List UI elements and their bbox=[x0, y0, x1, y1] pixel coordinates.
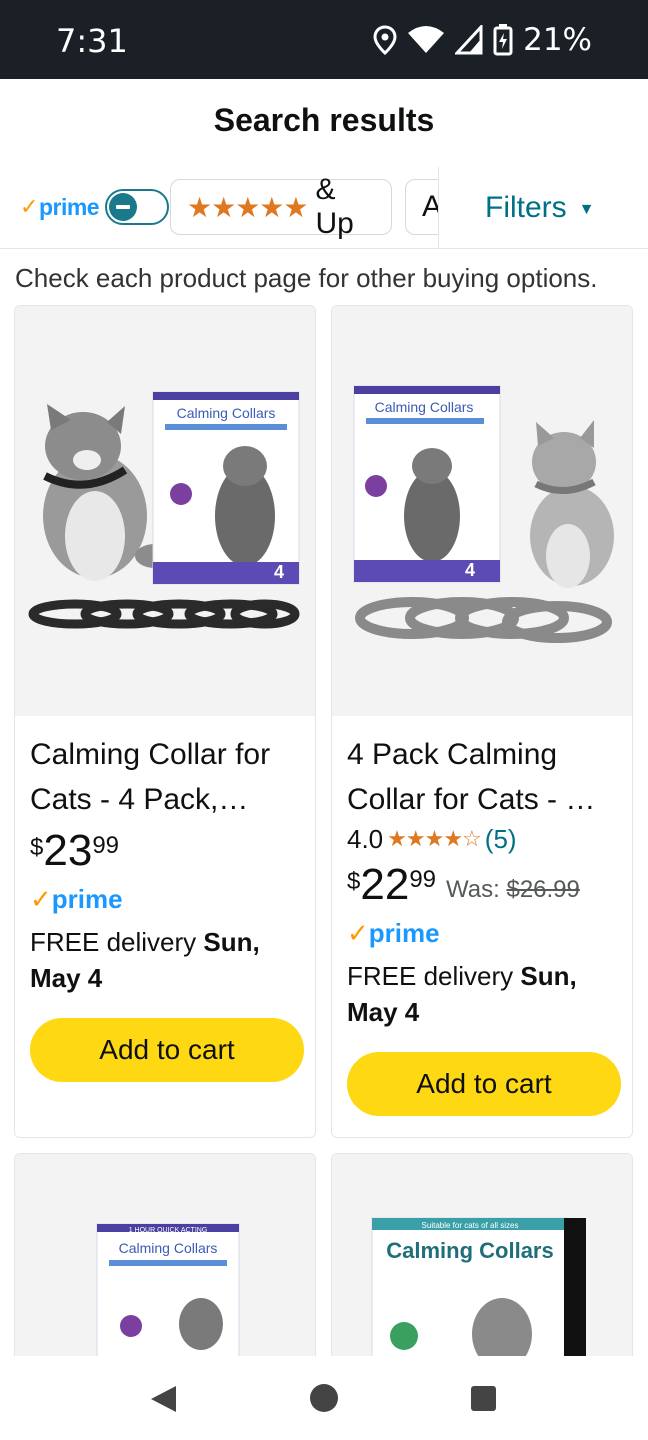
rating-stars-icon: ★★★★☆ bbox=[387, 826, 482, 851]
product-rating[interactable]: 4.0 ★★★★☆ (5) bbox=[347, 822, 620, 856]
delivery-date: May 4 bbox=[30, 963, 103, 993]
stars-chip-label: & Up bbox=[315, 173, 354, 240]
signal-icon bbox=[455, 25, 483, 55]
svg-text:4: 4 bbox=[274, 562, 284, 582]
system-nav-bar bbox=[0, 1356, 648, 1440]
status-bar: 7:31 21% bbox=[0, 0, 648, 79]
page-title: Search results bbox=[213, 102, 435, 138]
chevron-down-icon: ▼ bbox=[578, 201, 595, 218]
delivery-day: Sun, bbox=[203, 927, 260, 957]
prime-filter-toggle[interactable]: ✓ prime bbox=[20, 189, 170, 225]
prime-label: prime bbox=[51, 884, 123, 914]
svg-text:Suitable for cats of all sizes: Suitable for cats of all sizes bbox=[422, 1221, 519, 1230]
add-to-cart-button[interactable]: Add to cart bbox=[30, 1018, 304, 1082]
prime-logo: ✓ prime bbox=[20, 193, 100, 221]
product-price: $ 22 99 Was: $26.99 bbox=[347, 860, 620, 912]
title-line: Collar for Cats - … bbox=[347, 783, 596, 816]
toggle-knob bbox=[109, 193, 138, 221]
product-box: Calming Collars 4 bbox=[152, 391, 300, 585]
svg-text:1 HOUR QUICK ACTING: 1 HOUR QUICK ACTING bbox=[129, 1227, 208, 1234]
title-line: 4 Pack Calming bbox=[347, 738, 558, 771]
delivery-day: Sun, bbox=[520, 961, 577, 991]
prime-badge: ✓prime bbox=[30, 884, 303, 920]
prime-check-icon: ✓ bbox=[30, 884, 52, 914]
home-icon[interactable] bbox=[309, 1383, 339, 1418]
delivery-info: FREE delivery Sun, May 4 bbox=[347, 958, 620, 1030]
wifi-icon bbox=[407, 25, 445, 55]
status-time: 7:31 bbox=[56, 22, 128, 60]
product-box: Calming Collars 4 bbox=[353, 385, 501, 583]
battery-icon bbox=[493, 24, 513, 56]
svg-text:Calming Collars: Calming Collars bbox=[119, 1240, 218, 1256]
price-currency: $ bbox=[347, 868, 361, 895]
status-icons: 21% bbox=[373, 22, 592, 58]
battery-percent: 21% bbox=[523, 22, 592, 58]
delivery-prefix: FREE delivery bbox=[30, 927, 204, 957]
delivery-date: May 4 bbox=[347, 997, 420, 1027]
prime-check-icon: ✓ bbox=[20, 194, 38, 219]
title-line: Calming Collar for bbox=[30, 738, 271, 771]
filters-button[interactable]: Filters ▼ bbox=[438, 167, 648, 248]
delivery-info: FREE delivery Sun, May 4 bbox=[30, 924, 303, 996]
svg-text:4: 4 bbox=[465, 560, 475, 580]
stars-icon: ★★★★★ bbox=[187, 191, 309, 223]
product-info: 4 Pack Calming Collar for Cats - … 4.0 ★… bbox=[347, 716, 621, 1116]
was-value: $26.99 bbox=[506, 876, 580, 903]
prime-badge: ✓prime bbox=[347, 918, 620, 954]
was-label: Was: bbox=[446, 876, 507, 903]
price-fraction: 99 bbox=[92, 832, 120, 859]
product-card[interactable]: Calming Collars 4 4 Pack Calming Collar … bbox=[331, 305, 633, 1138]
was-price: Was: $26.99 bbox=[446, 876, 580, 904]
svg-text:Calming Collars: Calming Collars bbox=[386, 1238, 553, 1263]
product-price: $ 23 99 bbox=[30, 826, 303, 878]
price-whole: 22 bbox=[360, 860, 410, 909]
product-card[interactable]: Calming Collars 4 Calming Collar for Cat… bbox=[14, 305, 316, 1138]
header: Search results bbox=[0, 79, 648, 167]
product-image[interactable]: Calming Collars 4 bbox=[332, 306, 632, 716]
filter-bar: ✓ prime ★★★★★ & Up A Filters ▼ bbox=[0, 167, 648, 249]
location-icon bbox=[373, 25, 397, 55]
buying-options-notice: Check each product page for other buying… bbox=[15, 263, 598, 293]
price-whole: 23 bbox=[43, 826, 93, 875]
filters-label: Filters bbox=[485, 191, 567, 224]
prime-toggle-switch[interactable] bbox=[105, 189, 170, 225]
product-image[interactable]: Calming Collars 4 bbox=[15, 306, 315, 716]
prime-check-icon: ✓ bbox=[347, 918, 369, 948]
back-icon[interactable] bbox=[148, 1384, 178, 1419]
product-info: Calming Collar for Cats - 4 Pack,… $ 23 … bbox=[30, 716, 304, 1082]
rating-count: (5) bbox=[484, 823, 517, 854]
delivery-prefix: FREE delivery bbox=[347, 961, 521, 991]
product-title[interactable]: 4 Pack Calming Collar for Cats - … bbox=[347, 732, 620, 822]
rating-value: 4.0 bbox=[347, 823, 384, 854]
svg-text:Calming Collars: Calming Collars bbox=[375, 399, 474, 415]
price-fraction: 99 bbox=[409, 866, 437, 893]
price-currency: $ bbox=[30, 834, 44, 861]
stars-filter-chip[interactable]: ★★★★★ & Up bbox=[170, 173, 392, 240]
prime-label: prime bbox=[368, 918, 440, 948]
product-title[interactable]: Calming Collar for Cats - 4 Pack,… bbox=[30, 732, 303, 822]
add-to-cart-button[interactable]: Add to cart bbox=[347, 1052, 621, 1116]
recent-apps-icon[interactable] bbox=[470, 1385, 497, 1417]
svg-text:Calming Collars: Calming Collars bbox=[177, 405, 276, 421]
prime-label: prime bbox=[38, 193, 100, 220]
title-line: Cats - 4 Pack,… bbox=[30, 783, 249, 816]
